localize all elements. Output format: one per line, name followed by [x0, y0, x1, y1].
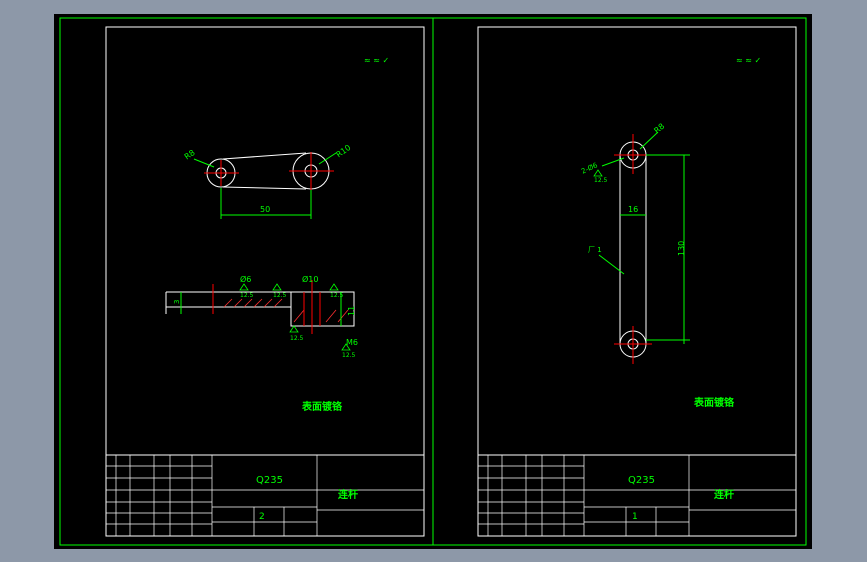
right-tb-grid — [478, 455, 796, 536]
sec-hatching — [223, 298, 349, 323]
left-section-view: Ø6 Ø10 M6 11 3 12.5 12.5 12.5 12.5 12.5 — [165, 274, 358, 359]
cad-drawing-canvas: ≈ ≈ ✓ R8 R10 50 Ø6 Ø10 M6 11 3 12.5 12.5… — [54, 14, 812, 549]
right-dim-16: 16 — [628, 205, 638, 214]
right-title-block: Q235 连杆 1 — [477, 454, 797, 537]
left-title-block: Q235 连杆 2 — [105, 454, 425, 537]
left-tb-part-name: 连杆 — [338, 488, 358, 501]
right-dim-130: 130 — [677, 241, 686, 256]
left-r10-label: R10 — [334, 143, 352, 159]
sec-rough-a: 12.5 — [240, 292, 254, 299]
sec-dim-3: 3 — [173, 300, 181, 304]
right-sheet: ≈ ≈ ✓ R8 2-Ø6 12.5 16 130 厂 1 表面镀铬 Q235 … — [477, 56, 797, 537]
sec-m6: M6 — [346, 338, 358, 347]
left-sheet: ≈ ≈ ✓ R8 R10 50 Ø6 Ø10 M6 11 3 12.5 12.5… — [105, 56, 425, 537]
right-r8-leader — [639, 131, 659, 150]
left-surface-symbol: ≈ ≈ ✓ — [364, 56, 389, 65]
sec-rough-c: 12.5 — [330, 292, 344, 299]
right-tb-quantity: 1 — [632, 512, 638, 522]
left-tb-grid — [106, 455, 424, 536]
left-note: 表面镀铬 — [301, 400, 343, 413]
left-tb-quantity: 2 — [259, 512, 265, 522]
right-r8-label: R8 — [652, 122, 666, 136]
sec-dia10: Ø10 — [302, 274, 318, 284]
right-roughness-label: 12.5 — [594, 177, 608, 184]
left-r10-leader — [318, 152, 337, 165]
right-leader-label: 厂 1 — [588, 246, 602, 254]
sec-rough-d: 12.5 — [290, 335, 304, 342]
right-part-view: R8 2-Ø6 12.5 16 130 厂 1 — [580, 122, 690, 364]
right-note: 表面镀铬 — [693, 396, 735, 409]
sec-rough-b: 12.5 — [273, 292, 287, 299]
right-roughness-mark — [593, 169, 603, 177]
sec-dia6: Ø6 — [240, 274, 251, 284]
right-holes-leader — [601, 157, 625, 167]
left-dim-50: 50 — [260, 205, 270, 214]
right-tb-part-name: 连杆 — [714, 488, 734, 501]
right-tb-material: Q235 — [628, 475, 655, 486]
left-top-view: R8 R10 50 — [183, 143, 352, 219]
right-holes-label: 2-Ø6 — [580, 161, 599, 176]
inner-frames — [105, 26, 797, 537]
sec-boss — [290, 291, 355, 327]
right-surface-symbol: ≈ ≈ ✓ — [736, 56, 761, 65]
sec-rough-e: 12.5 — [342, 352, 356, 359]
left-tb-material: Q235 — [256, 475, 283, 486]
sec-dim-11: 11 — [347, 306, 356, 316]
drawing-svg: ≈ ≈ ✓ R8 R10 50 Ø6 Ø10 M6 11 3 12.5 12.5… — [59, 17, 807, 546]
left-link-top-edge — [222, 152, 307, 160]
left-link-bottom-edge — [222, 186, 307, 190]
